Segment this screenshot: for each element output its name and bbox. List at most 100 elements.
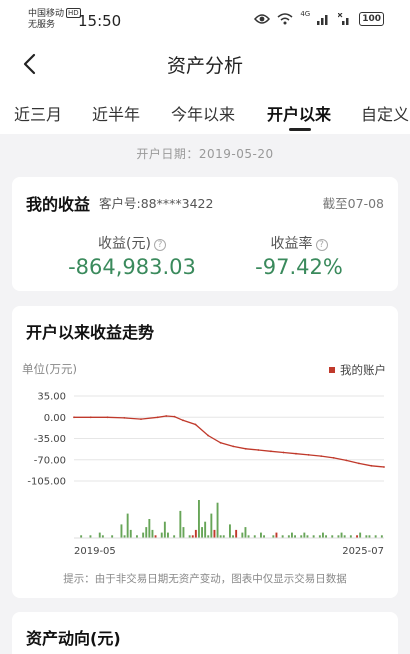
signal-icon xyxy=(317,15,328,25)
battery-icon: 100 xyxy=(359,12,384,26)
earnings-title: 我的收益 xyxy=(26,195,91,214)
volume-bar xyxy=(179,510,182,538)
series-point xyxy=(165,415,168,417)
series-point xyxy=(182,419,184,422)
clock: 15:50 xyxy=(78,12,122,30)
y-tick-label: 0.00 xyxy=(44,413,66,424)
volume-bar xyxy=(160,532,163,538)
series-point xyxy=(156,416,159,419)
trend-title: 开户以来收益走势 xyxy=(26,323,155,342)
series-point xyxy=(123,417,126,419)
series-point xyxy=(332,457,335,459)
tab-year-to-date[interactable]: 今年以来 xyxy=(171,101,235,125)
volume-bar xyxy=(244,527,247,538)
carrier-name: 中国移动 xyxy=(28,9,65,19)
status-bar: 中国移动 HD 无服务 15:50 4G 100 xyxy=(0,0,410,40)
earnings-card: 我的收益 客户号:88****3422 截至07-08 收益(元)? -864,… xyxy=(12,177,398,291)
carrier-info: 中国移动 HD 无服务 xyxy=(28,8,81,31)
volume-bar xyxy=(275,532,278,538)
volume-bar xyxy=(167,532,169,538)
series-point xyxy=(73,416,75,419)
y-tick-label: 35.00 xyxy=(37,392,66,403)
series-point xyxy=(89,416,92,419)
period-tabs: 近三月 近半年 今年以来 开户以来 自定义 xyxy=(0,88,410,134)
volume-bar xyxy=(148,519,151,538)
active-tab-indicator xyxy=(289,128,311,131)
volume-bar xyxy=(291,532,293,538)
volume-bar xyxy=(120,524,123,538)
series-point xyxy=(173,415,176,418)
series-point xyxy=(270,450,272,453)
profit-label: 收益(元) xyxy=(98,236,151,252)
volume-bar xyxy=(145,527,148,538)
volume-bar xyxy=(182,527,185,538)
volume-bar xyxy=(204,521,207,538)
profit-value: -864,983.03 xyxy=(68,255,196,279)
volume-bar xyxy=(303,532,306,538)
nav-bar: 资产分析 xyxy=(0,40,410,88)
as-of-date: 截至07-08 xyxy=(322,196,384,211)
volume-bar xyxy=(359,532,362,538)
tab-three-months[interactable]: 近三月 xyxy=(14,101,62,125)
chart-hint: 提示：由于非交易日期无资产变动，图表中仅显示交易日数据 xyxy=(63,573,347,585)
volume-bar xyxy=(151,529,154,538)
rate-value: -97.42% xyxy=(255,255,343,279)
y-tick-label: -35.00 xyxy=(34,434,66,445)
volume-bar xyxy=(213,529,216,538)
volume-bar xyxy=(210,513,213,538)
trend-card: 开户以来收益走势 单位(万元) 我的账户 35.00 0.00 -35.00 -70.… xyxy=(12,306,398,598)
profit-label-row: 收益(元)? xyxy=(52,233,212,253)
network-type: 4G xyxy=(300,10,311,18)
series-point xyxy=(194,423,197,426)
legend-label: 我的账户 xyxy=(340,363,386,377)
question-circle-icon[interactable]: ? xyxy=(315,239,328,251)
series-point xyxy=(307,454,310,456)
earnings-trend-chart[interactable]: 35.00 0.00 -35.00 -70.00 -105.00 2019-05 2025-… xyxy=(12,386,398,566)
tab-custom[interactable]: 自定义 xyxy=(361,101,409,125)
tab-since-opening[interactable]: 开户以来 xyxy=(267,101,331,125)
eye-icon xyxy=(254,14,271,24)
carrier-service: 无服务 xyxy=(28,20,56,30)
volume-bar xyxy=(194,529,197,538)
series-point xyxy=(244,447,247,450)
legend-swatch xyxy=(329,367,335,373)
chart-legend[interactable]: 我的账户 xyxy=(329,362,386,378)
volume-bar xyxy=(241,532,244,538)
volume-bar xyxy=(322,532,324,538)
wifi-icon xyxy=(277,13,293,25)
series-point xyxy=(370,464,373,467)
series-point xyxy=(257,449,260,451)
x-tick-label: 2025-07 xyxy=(342,546,384,557)
no-signal-icon xyxy=(338,13,349,25)
system-icons: 4G 100 xyxy=(254,10,384,26)
series-point xyxy=(358,462,360,465)
volume-bar xyxy=(126,513,129,538)
series-point xyxy=(106,416,109,419)
series-point xyxy=(140,418,142,420)
volume-bar xyxy=(163,521,166,538)
volume-bar xyxy=(142,532,145,538)
tab-half-year[interactable]: 近半年 xyxy=(92,101,140,125)
rate-label-row: 收益率? xyxy=(219,233,379,253)
y-tick-label: -70.00 xyxy=(34,455,66,466)
series-point xyxy=(232,445,235,448)
page-title: 资产分析 xyxy=(166,55,243,77)
volume-bar xyxy=(260,532,262,538)
y-tick-label: -105.00 xyxy=(27,477,66,488)
volume-bar xyxy=(340,532,343,538)
x-tick-label: 2019-05 xyxy=(74,546,116,557)
volume-bar xyxy=(198,500,200,538)
unit-label: 单位(万元) xyxy=(22,362,77,376)
asset-flow-card: 资产动向(元) xyxy=(12,612,398,654)
series-point xyxy=(282,451,285,454)
series-point xyxy=(320,455,323,457)
volume-bar xyxy=(229,524,231,538)
volume-bar xyxy=(216,502,219,538)
rate-label: 收益率 xyxy=(270,236,313,252)
question-circle-icon[interactable]: ? xyxy=(153,239,166,251)
volume-bar xyxy=(235,529,238,538)
series-point xyxy=(383,466,385,468)
volume-bar xyxy=(201,527,203,538)
volume-bar xyxy=(129,529,132,538)
series-point xyxy=(345,459,348,462)
